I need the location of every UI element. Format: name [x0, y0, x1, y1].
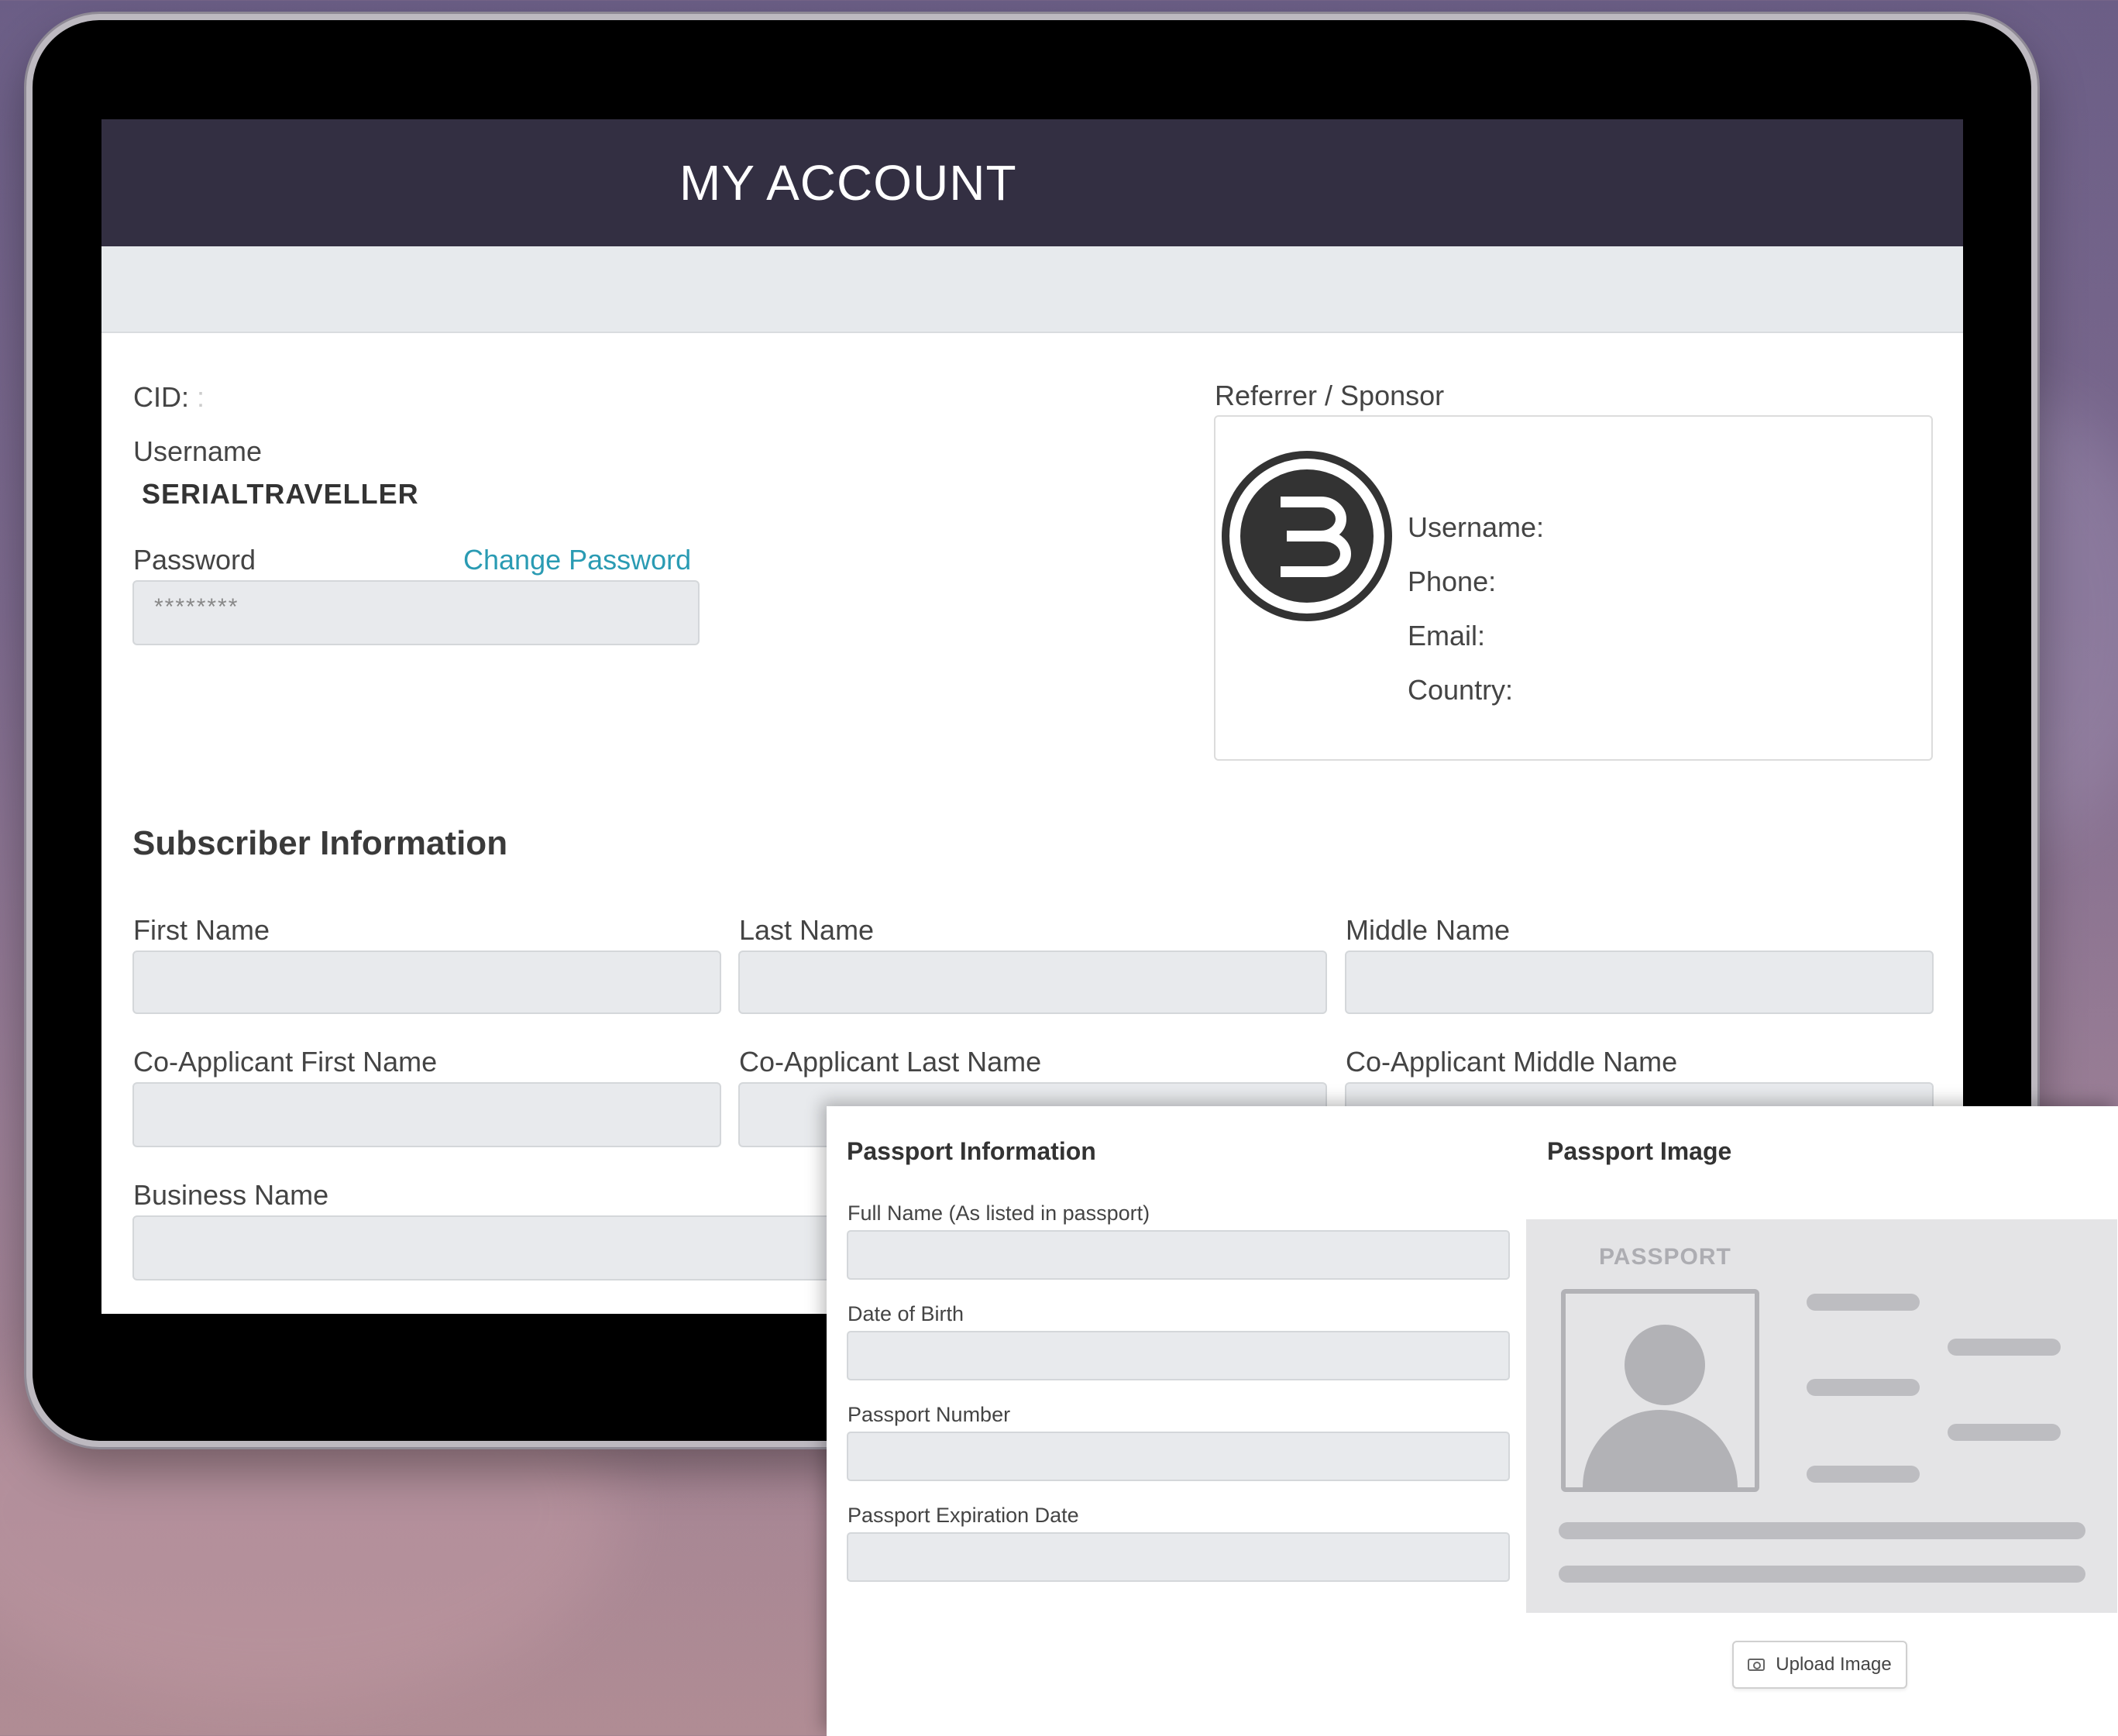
change-password-link[interactable]: Change Password: [463, 544, 691, 576]
co-first-name-label: Co-Applicant First Name: [133, 1046, 438, 1078]
placeholder-line: [1807, 1379, 1920, 1396]
passport-card: Passport Information Passport Image Full…: [827, 1106, 2118, 1736]
referrer-country-label: Country:: [1408, 674, 1514, 706]
sub-header-bar: [101, 246, 1963, 333]
brand-b-glyph: [1281, 497, 1351, 577]
business-name-label: Business Name: [133, 1179, 329, 1211]
subscriber-section-title: Subscriber Information: [132, 824, 508, 862]
middle-name-label: Middle Name: [1346, 914, 1511, 946]
brand-b-logo-inner: [1240, 469, 1374, 603]
passport-dob-input[interactable]: [847, 1331, 1510, 1380]
upload-image-button[interactable]: Upload Image: [1732, 1641, 1907, 1689]
password-mask: ********: [154, 594, 239, 620]
passport-dob-label: Date of Birth: [848, 1302, 964, 1325]
first-name-label: First Name: [133, 914, 270, 946]
upload-image-label: Upload Image: [1776, 1654, 1892, 1675]
first-name-input[interactable]: [132, 951, 721, 1014]
passport-expiration-label: Passport Expiration Date: [848, 1504, 1079, 1527]
placeholder-line: [1559, 1522, 2085, 1539]
referrer-title: Referrer / Sponsor: [1215, 380, 1445, 411]
silhouette-torso: [1583, 1410, 1738, 1487]
middle-name-input[interactable]: [1345, 951, 1934, 1014]
co-middle-name-label: Co-Applicant Middle Name: [1346, 1046, 1678, 1078]
co-first-name-input[interactable]: [132, 1082, 721, 1147]
passport-expiration-input[interactable]: [847, 1532, 1510, 1582]
passport-number-label: Passport Number: [848, 1403, 1011, 1426]
placeholder-line: [1807, 1294, 1920, 1311]
page-header: MY ACCOUNT: [101, 119, 1963, 246]
referrer-card: Username: Phone: Email: Country:: [1214, 415, 1933, 761]
referrer-email-label: Email:: [1408, 620, 1486, 651]
passport-image-placeholder: PASSPORT: [1526, 1219, 2117, 1613]
last-name-label: Last Name: [739, 914, 875, 946]
username-label: Username: [133, 435, 263, 467]
passport-placeholder-label: PASSPORT: [1599, 1244, 1731, 1270]
silhouette-head: [1625, 1325, 1705, 1405]
passport-image-title: Passport Image: [1547, 1137, 1732, 1165]
username-value: SERIALTRAVELLER: [142, 478, 419, 510]
cid-label: CID: :: [133, 381, 205, 414]
placeholder-line: [1559, 1566, 2085, 1583]
passport-full-name-input[interactable]: [847, 1230, 1510, 1280]
brand-b-logo: [1222, 451, 1392, 621]
last-name-input[interactable]: [738, 951, 1327, 1014]
cid-value: :: [197, 381, 205, 413]
passport-number-input[interactable]: [847, 1432, 1510, 1481]
co-last-name-label: Co-Applicant Last Name: [739, 1046, 1042, 1078]
password-field[interactable]: ********: [132, 580, 700, 645]
person-silhouette-icon: [1561, 1289, 1759, 1492]
camera-icon: [1748, 1659, 1766, 1671]
placeholder-line: [1948, 1339, 2061, 1356]
placeholder-line: [1948, 1424, 2061, 1441]
passport-info-title: Passport Information: [847, 1137, 1096, 1165]
passport-full-name-label: Full Name (As listed in passport): [848, 1201, 1150, 1225]
referrer-username-label: Username:: [1408, 511, 1545, 543]
password-label: Password: [133, 544, 256, 576]
referrer-phone-label: Phone:: [1408, 565, 1497, 597]
cid-label-text: CID:: [133, 381, 189, 413]
placeholder-line: [1807, 1466, 1920, 1483]
page-title: MY ACCOUNT: [679, 155, 1017, 211]
